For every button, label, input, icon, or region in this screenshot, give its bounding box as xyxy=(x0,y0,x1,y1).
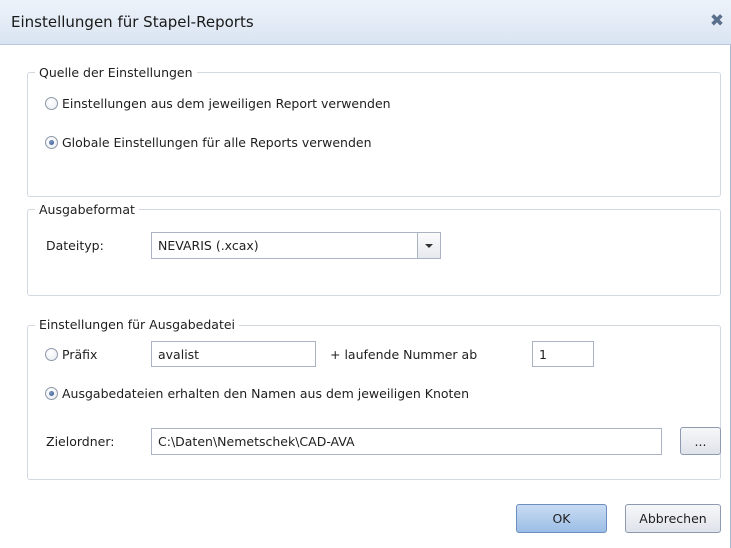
filetype-label: Dateityp: xyxy=(46,238,104,253)
prefix-radio[interactable] xyxy=(45,348,58,361)
browse-button[interactable]: ... xyxy=(680,427,721,455)
source-global-option[interactable]: Globale Einstellungen für alle Reports v… xyxy=(45,135,372,150)
running-number-input[interactable]: 1 xyxy=(532,341,594,367)
source-report-label: Einstellungen aus dem jeweiligen Report … xyxy=(62,96,391,111)
target-folder-input[interactable]: C:\Daten\Nemetschek\CAD-AVA xyxy=(151,428,662,455)
dialog-body: Quelle der Einstellungen Einstellungen a… xyxy=(0,45,731,548)
prefix-label: Präfix xyxy=(62,347,98,362)
close-icon[interactable]: ✖ xyxy=(705,9,729,33)
filetype-select[interactable]: NEVARIS (.xcax) xyxy=(151,232,441,259)
format-group-title: Ausgabeformat xyxy=(35,202,139,217)
dialog-titlebar: Einstellungen für Stapel-Reports ✖ xyxy=(0,0,731,45)
source-report-option[interactable]: Einstellungen aus dem jeweiligen Report … xyxy=(45,96,391,111)
cancel-button[interactable]: Abbrechen xyxy=(625,504,721,533)
ok-button[interactable]: OK xyxy=(516,504,607,533)
prefix-option[interactable]: Präfix xyxy=(45,347,97,362)
running-number-label: + laufende Nummer ab xyxy=(330,347,478,362)
source-group-title: Quelle der Einstellungen xyxy=(35,65,197,80)
prefix-input[interactable]: avalist xyxy=(151,341,316,367)
target-folder-label: Zielordner: xyxy=(46,434,115,449)
chevron-down-icon[interactable] xyxy=(417,233,440,258)
node-name-option[interactable]: Ausgabedateien erhalten den Namen aus de… xyxy=(45,386,469,401)
output-group-title: Einstellungen für Ausgabedatei xyxy=(35,317,240,332)
dialog-title: Einstellungen für Stapel-Reports xyxy=(11,13,254,31)
node-name-label: Ausgabedateien erhalten den Namen aus de… xyxy=(62,386,470,401)
source-global-radio[interactable] xyxy=(45,136,58,149)
source-report-radio[interactable] xyxy=(45,97,58,110)
filetype-value: NEVARIS (.xcax) xyxy=(158,238,259,253)
node-name-radio[interactable] xyxy=(45,387,58,400)
source-global-label: Globale Einstellungen für alle Reports v… xyxy=(62,135,372,150)
